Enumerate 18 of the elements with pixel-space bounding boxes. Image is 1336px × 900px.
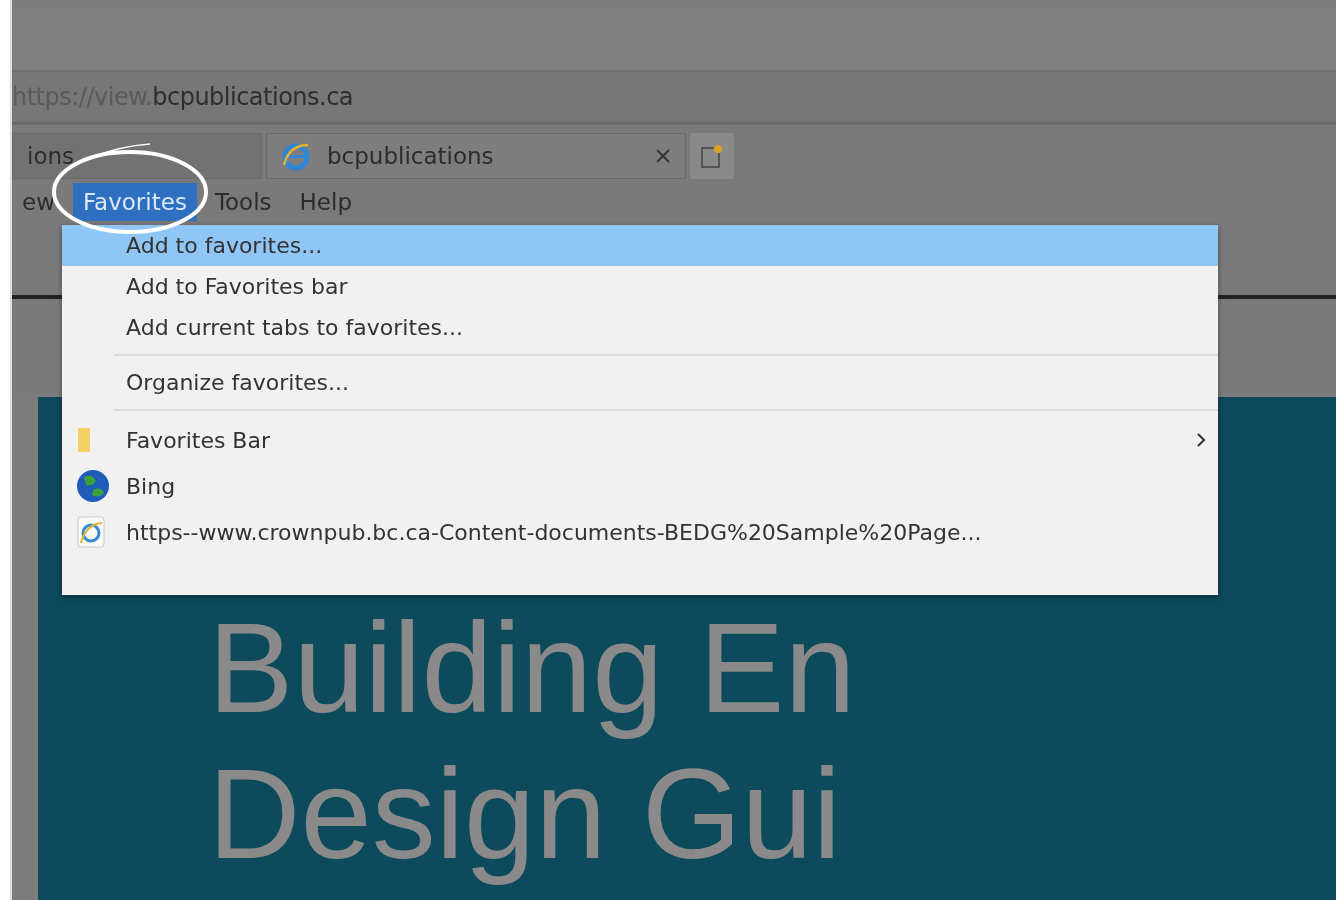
menu-item[interactable]: Add to favorites...: [62, 225, 1218, 266]
new-tab-icon: [701, 144, 723, 168]
menu-item[interactable]: Favorites Bar: [62, 417, 1218, 463]
menu-item[interactable]: Organize favorites...: [62, 362, 1218, 403]
menu-item[interactable]: Add current tabs to favorites...: [62, 307, 1218, 348]
browser-logo-icon: [281, 141, 311, 171]
webpage-icon: [76, 516, 106, 548]
close-icon[interactable]: [655, 148, 671, 164]
page-heading: Building En: [208, 595, 856, 741]
menu-bar-item[interactable]: Favorites: [72, 183, 197, 221]
globe-icon: [76, 469, 110, 503]
menu-item[interactable]: Add to Favorites bar: [62, 266, 1218, 307]
new-tab-button[interactable]: [690, 133, 734, 179]
menu-item[interactable]: Bing: [62, 463, 1218, 509]
menu-item[interactable]: https--www.crownpub.bc.ca-Content-documents-BEDG%20Sample%20Page...: [62, 509, 1218, 555]
chevron-right-icon: [1196, 433, 1206, 447]
folder-icon: [76, 427, 92, 453]
page-heading: Design Gui: [208, 741, 842, 887]
